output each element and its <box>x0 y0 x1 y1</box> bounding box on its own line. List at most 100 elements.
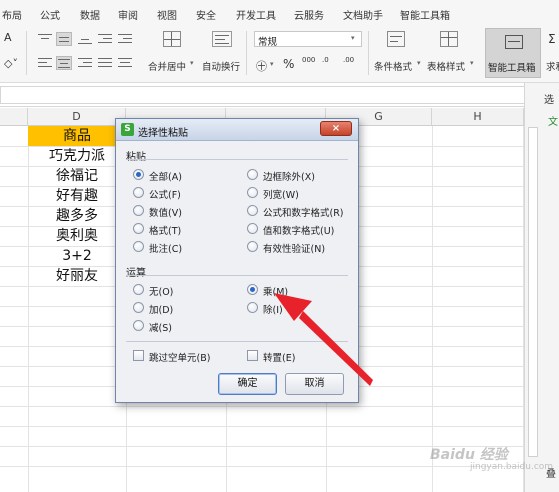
align-top-icon[interactable] <box>38 34 52 44</box>
align-middle-icon[interactable] <box>56 32 72 46</box>
radio-op-multiply[interactable] <box>247 284 258 295</box>
radio-op-none[interactable] <box>133 284 144 295</box>
ok-button[interactable]: 确定 <box>218 373 277 395</box>
decrease-indent-icon[interactable] <box>98 34 112 44</box>
merge-center-icon[interactable] <box>163 31 181 47</box>
task-pane-scrollbar[interactable] <box>528 127 538 457</box>
cancel-button[interactable]: 取消 <box>285 373 344 395</box>
currency-dropdown-icon[interactable]: ▾ <box>270 60 274 68</box>
label-op-add[interactable]: 加(D) <box>149 302 173 316</box>
dialog-title-bar[interactable]: S 选择性粘贴 × <box>116 119 358 141</box>
distributed-align-icon[interactable] <box>118 58 132 68</box>
label-paste-formula-number[interactable]: 公式和数字格式(R) <box>263 205 344 219</box>
close-button[interactable]: × <box>320 121 352 136</box>
wrap-text-icon[interactable] <box>212 31 232 47</box>
align-left-icon[interactable] <box>38 58 52 68</box>
increase-decimal-button[interactable]: .0 <box>322 56 329 64</box>
cell-product[interactable]: 徐福记 <box>28 166 126 186</box>
table-style-button[interactable]: 表格样式 <box>427 59 465 73</box>
label-paste-value-number[interactable]: 值和数字格式(U) <box>263 223 334 237</box>
ribbon-separator <box>368 31 369 75</box>
menu-review[interactable]: 审阅 <box>118 7 138 22</box>
table-style-dropdown-icon[interactable]: ▾ <box>470 59 474 67</box>
radio-op-subtract[interactable] <box>133 320 144 331</box>
align-bottom-icon[interactable] <box>78 34 92 44</box>
label-paste-values[interactable]: 数值(V) <box>149 205 182 219</box>
conditional-dropdown-icon[interactable]: ▾ <box>417 59 421 67</box>
radio-paste-comments[interactable] <box>133 241 144 252</box>
menu-developer[interactable]: 开发工具 <box>236 7 276 22</box>
label-paste-formats[interactable]: 格式(T) <box>149 223 181 237</box>
number-format-select[interactable]: 常规 ▾ <box>254 31 362 48</box>
cell-header-product[interactable]: 商品 <box>28 126 126 146</box>
smart-toolbox-button[interactable]: 智能工具箱 <box>485 28 541 78</box>
radio-paste-no-borders[interactable] <box>247 169 258 180</box>
align-right-icon[interactable] <box>78 58 92 68</box>
radio-paste-formula-number[interactable] <box>247 205 258 216</box>
radio-paste-formats[interactable] <box>133 223 144 234</box>
cell-product[interactable]: 趣多多 <box>28 206 126 226</box>
gridline <box>432 126 433 492</box>
label-transpose[interactable]: 转置(E) <box>263 350 295 364</box>
menu-data[interactable]: 数据 <box>80 7 100 22</box>
decrease-decimal-button[interactable]: .00 <box>343 56 354 64</box>
percent-button[interactable]: % <box>283 57 294 71</box>
cell-product[interactable]: 奥利奥 <box>28 226 126 246</box>
transpose-checkbox[interactable] <box>247 350 258 361</box>
radio-paste-all[interactable] <box>133 169 144 180</box>
label-op-subtract[interactable]: 减(S) <box>149 320 172 334</box>
formula-input[interactable] <box>0 86 530 104</box>
cell-product[interactable]: 好丽友 <box>28 266 126 286</box>
gridline <box>0 406 524 407</box>
label-paste-formula[interactable]: 公式(F) <box>149 187 181 201</box>
column-header-prev[interactable] <box>0 108 28 126</box>
radio-paste-value-number[interactable] <box>247 223 258 234</box>
menu-cloud[interactable]: 云服务 <box>294 7 324 22</box>
label-op-none[interactable]: 无(O) <box>149 284 173 298</box>
label-op-divide[interactable]: 除(I) <box>263 302 283 316</box>
currency-icon[interactable]: ㊉ <box>256 58 267 74</box>
cell-product[interactable]: 3+2 <box>28 246 126 266</box>
font-size-fragment[interactable]: A <box>4 31 12 44</box>
operation-group-rule <box>126 275 348 276</box>
cell-product[interactable]: 好有趣 <box>28 186 126 206</box>
radio-op-add[interactable] <box>133 302 144 313</box>
conditional-format-icon[interactable] <box>387 31 405 47</box>
label-paste-no-borders[interactable]: 边框除外(X) <box>263 169 315 183</box>
radio-paste-col-width[interactable] <box>247 187 258 198</box>
radio-op-divide[interactable] <box>247 302 258 313</box>
align-center-icon[interactable] <box>56 56 72 70</box>
radio-paste-formula[interactable] <box>133 187 144 198</box>
menu-security[interactable]: 安全 <box>196 7 216 22</box>
cell-product[interactable]: 巧克力派 <box>28 146 126 166</box>
menu-layout[interactable]: 布局 <box>2 7 22 22</box>
label-paste-validation[interactable]: 有效性验证(N) <box>263 241 325 255</box>
label-paste-comments[interactable]: 批注(C) <box>149 241 182 255</box>
menu-smart-toolbox[interactable]: 智能工具箱 <box>400 7 450 22</box>
menu-formula[interactable]: 公式 <box>40 7 60 22</box>
label-skip-blanks[interactable]: 跳过空单元(B) <box>149 350 210 364</box>
merge-center-button[interactable]: 合并居中 <box>148 59 186 73</box>
table-style-icon[interactable] <box>440 31 458 47</box>
merge-dropdown-icon[interactable]: ▾ <box>190 59 194 67</box>
menu-view[interactable]: 视图 <box>157 7 177 22</box>
clear-format-icon[interactable]: ◇˅ <box>4 57 18 70</box>
increase-indent-icon[interactable] <box>118 34 132 44</box>
justify-icon[interactable] <box>98 58 112 68</box>
menu-doc-assistant[interactable]: 文档助手 <box>343 7 383 22</box>
column-header-h[interactable]: H <box>432 108 524 126</box>
label-op-multiply[interactable]: 乘(M) <box>263 284 288 298</box>
task-pane-tab[interactable]: 文 <box>548 113 558 128</box>
radio-paste-validation[interactable] <box>247 241 258 252</box>
formula-bar <box>0 83 540 107</box>
thousands-button[interactable]: 000 <box>302 56 315 64</box>
sum-button[interactable]: 求和 <box>546 59 559 73</box>
skip-blanks-checkbox[interactable] <box>133 350 144 361</box>
conditional-format-button[interactable]: 条件格式 <box>374 59 412 73</box>
label-paste-col-width[interactable]: 列宽(W) <box>263 187 299 201</box>
sum-icon[interactable]: Σ <box>548 32 556 46</box>
label-paste-all[interactable]: 全部(A) <box>149 169 182 183</box>
column-header-d[interactable]: D <box>28 108 126 126</box>
radio-paste-values[interactable] <box>133 205 144 216</box>
wrap-text-button[interactable]: 自动换行 <box>202 59 240 73</box>
